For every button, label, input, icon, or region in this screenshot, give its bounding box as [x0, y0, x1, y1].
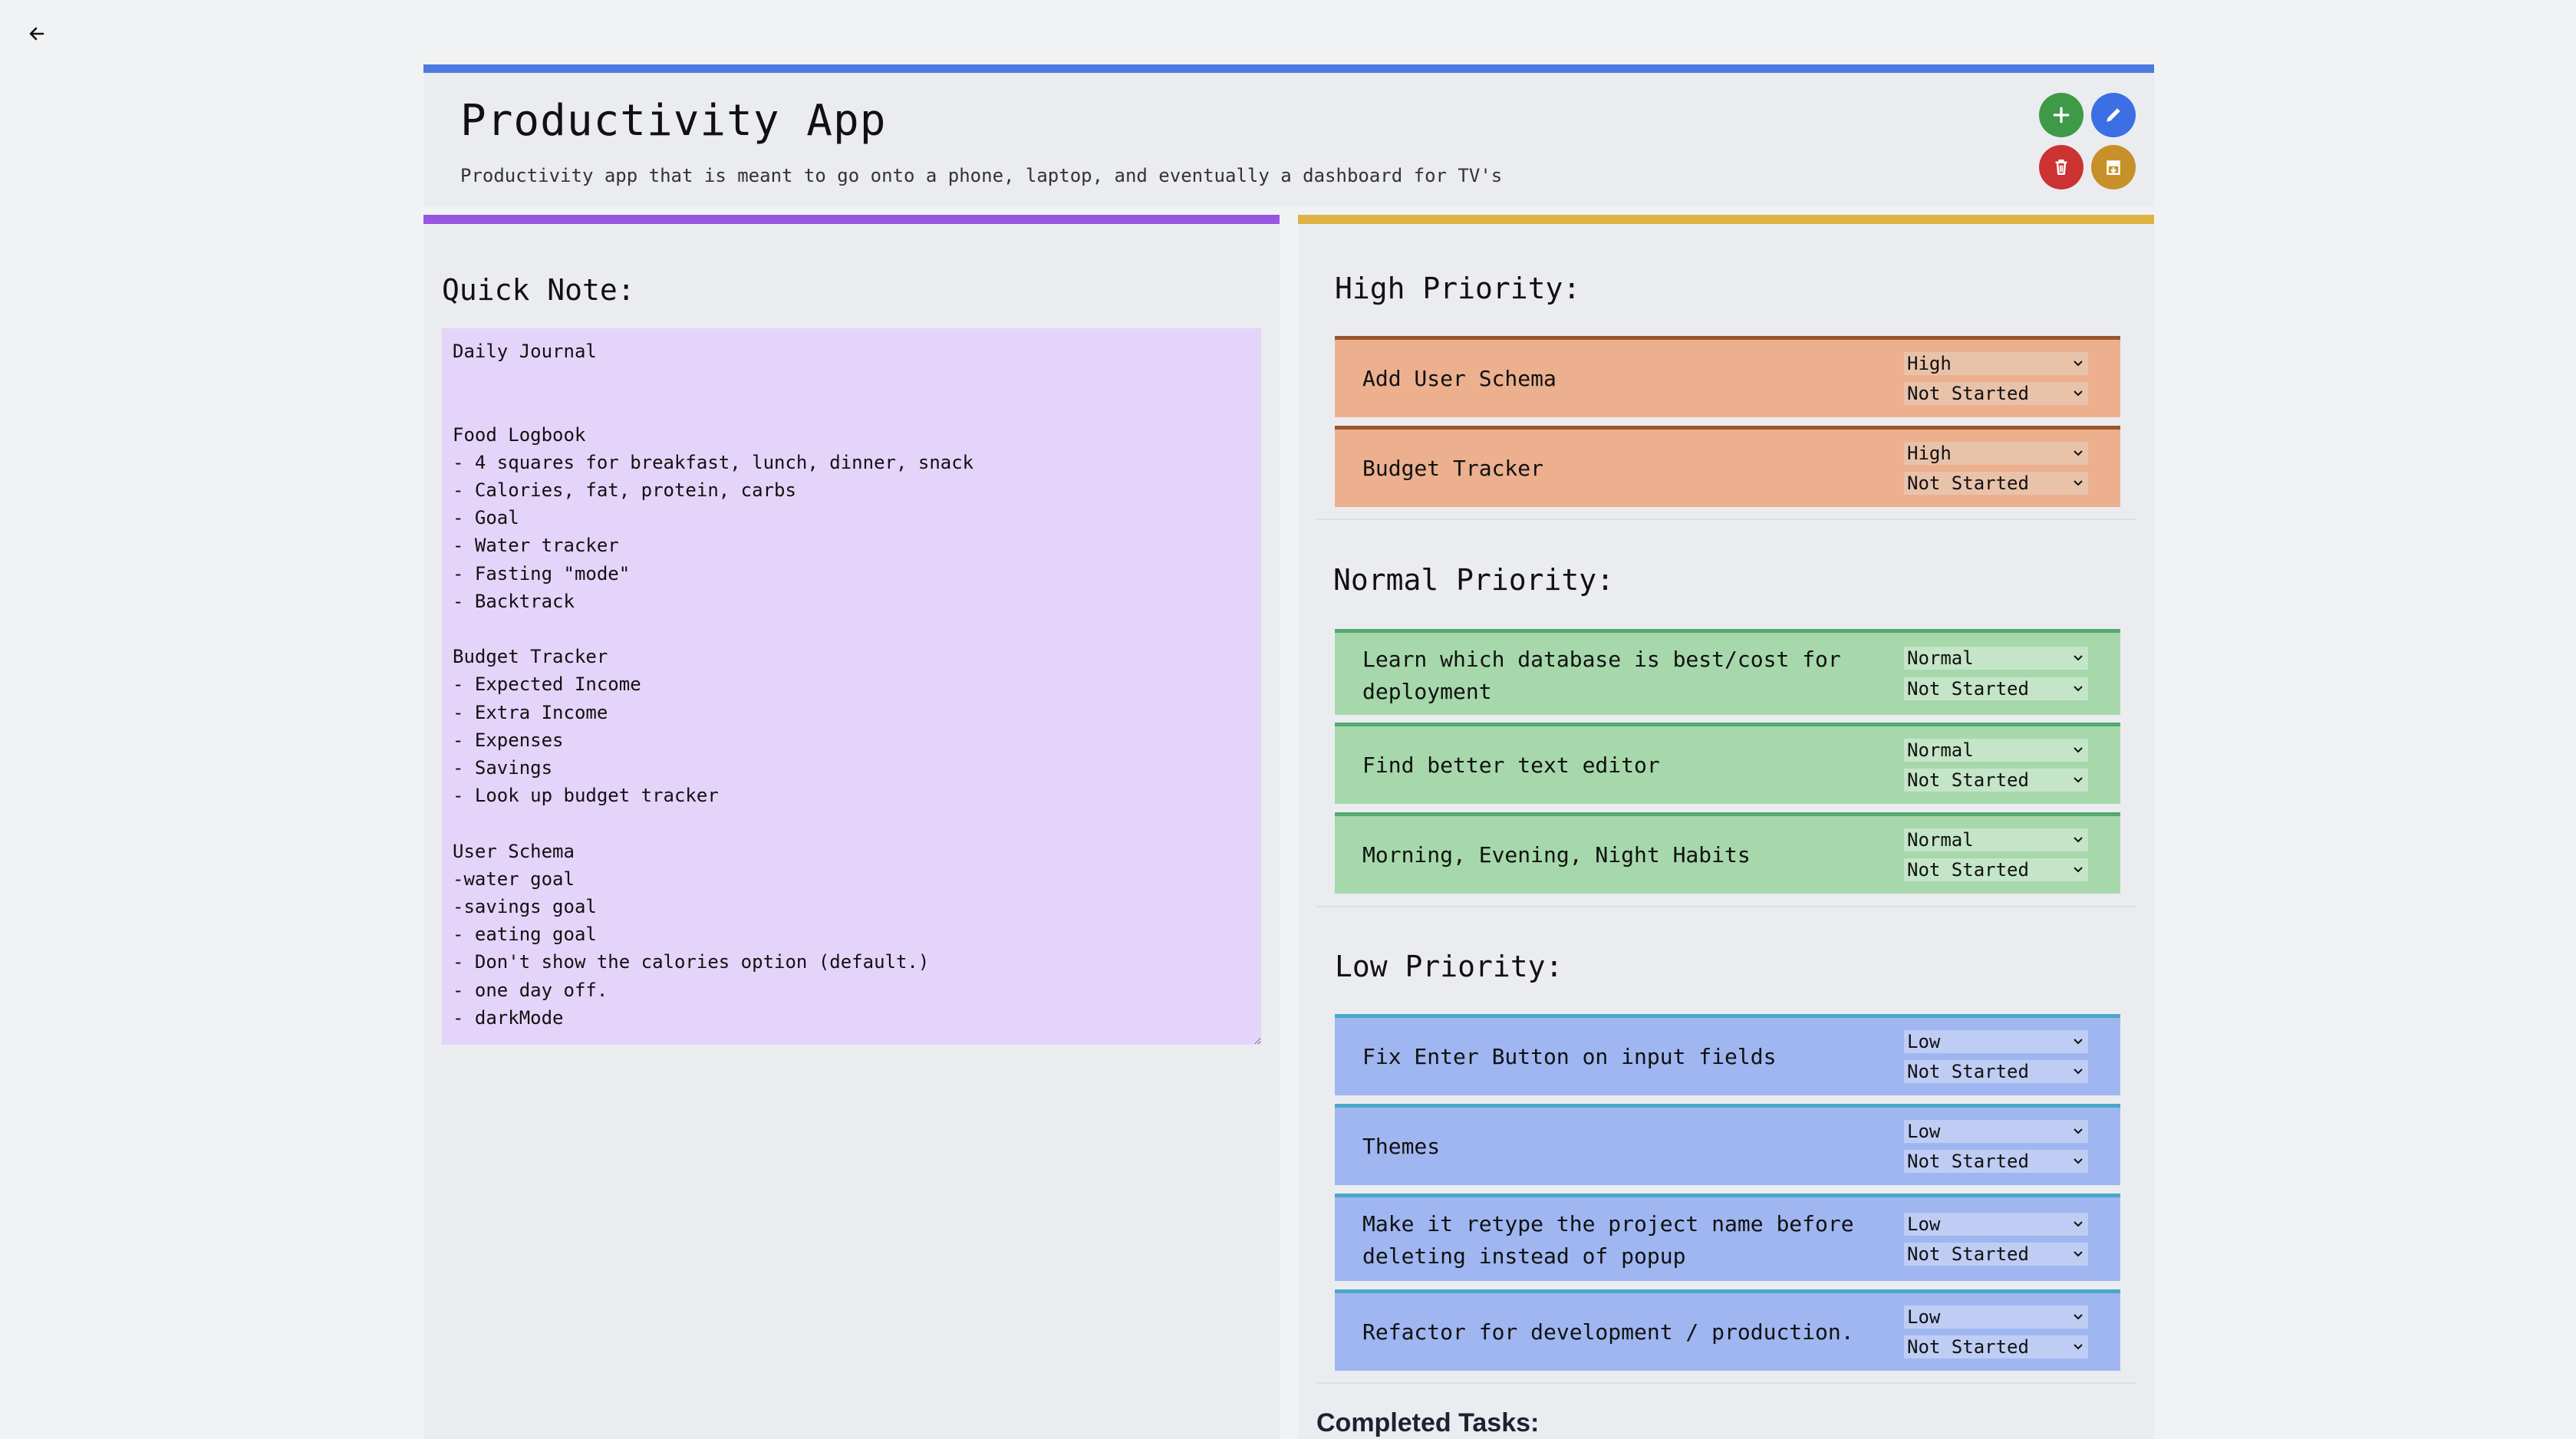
chevron-down-icon — [2074, 1251, 2083, 1257]
quick-note-heading: Quick Note: — [442, 273, 635, 307]
priority-select[interactable]: Normal — [1904, 647, 2088, 670]
task-label: Fix Enter Button on input fields — [1362, 1044, 1777, 1069]
add-button[interactable] — [2039, 93, 2084, 137]
project-page: Productivity App Productivity app that i… — [423, 64, 2154, 1439]
status-select[interactable]: Not Started — [1904, 769, 2088, 792]
chevron-down-icon — [2074, 837, 2083, 843]
chevron-down-icon — [2074, 1069, 2083, 1075]
task-item[interactable]: Budget Tracker High Not Started — [1335, 426, 2120, 507]
edit-button[interactable] — [2091, 93, 2136, 137]
tasks-card: High Priority: Add User Schema High Not … — [1298, 215, 2154, 1439]
task-item[interactable]: Make it retype the project name before d… — [1335, 1194, 2120, 1281]
status-select[interactable]: Not Started — [1904, 472, 2088, 495]
status-select[interactable]: Not Started — [1904, 677, 2088, 700]
task-label: Add User Schema — [1362, 366, 1556, 391]
chevron-down-icon — [2074, 1344, 2083, 1350]
task-item[interactable]: Themes Low Not Started — [1335, 1104, 2120, 1185]
completed-tasks-heading: Completed Tasks: — [1316, 1408, 1540, 1437]
priority-select[interactable]: Normal — [1904, 739, 2088, 762]
priority-select[interactable]: High — [1904, 352, 2088, 375]
archive-button[interactable] — [2091, 145, 2136, 189]
status-select[interactable]: Not Started — [1904, 1243, 2088, 1266]
back-button[interactable] — [23, 20, 51, 48]
task-label: Themes — [1362, 1134, 1441, 1159]
priority-select[interactable]: Low — [1904, 1120, 2088, 1143]
status-select[interactable]: Not Started — [1904, 1335, 2088, 1358]
quick-note-card: Quick Note: Daily Journal Food Logbook -… — [423, 215, 1280, 1439]
delete-button[interactable] — [2039, 145, 2084, 189]
chevron-down-icon — [2074, 450, 2083, 456]
section-divider — [1316, 519, 2136, 520]
low-priority-heading: Low Priority: — [1335, 950, 1563, 983]
task-item[interactable]: Find better text editor Normal Not Start… — [1335, 723, 2120, 804]
chevron-down-icon — [2074, 747, 2083, 753]
task-item[interactable]: Refactor for development / production. L… — [1335, 1289, 2120, 1371]
task-item[interactable]: Add User Schema High Not Started — [1335, 336, 2120, 417]
priority-select[interactable]: Low — [1904, 1213, 2088, 1236]
normal-priority-heading: Normal Priority: — [1333, 563, 1615, 597]
chevron-down-icon — [2074, 1158, 2083, 1164]
project-title: Productivity App — [460, 96, 887, 146]
priority-select[interactable]: Low — [1904, 1306, 2088, 1329]
status-select[interactable]: Not Started — [1904, 858, 2088, 881]
section-divider — [1316, 906, 2136, 907]
project-header: Productivity App Productivity app that i… — [423, 64, 2154, 207]
chevron-down-icon — [2074, 777, 2083, 783]
chevron-down-icon — [2074, 390, 2083, 397]
chevron-down-icon — [2074, 1039, 2083, 1045]
chevron-down-icon — [2074, 1128, 2083, 1134]
status-select[interactable]: Not Started — [1904, 1060, 2088, 1083]
task-label: Learn which database is best/cost for de… — [1362, 647, 1841, 704]
section-divider — [1316, 1382, 2136, 1384]
task-label: Find better text editor — [1362, 752, 1660, 778]
project-description: Productivity app that is meant to go ont… — [460, 165, 1503, 186]
chevron-down-icon — [2074, 361, 2083, 367]
plus-icon — [2053, 107, 2070, 123]
chevron-down-icon — [2074, 686, 2083, 692]
priority-select[interactable]: Normal — [1904, 828, 2088, 851]
task-item[interactable]: Learn which database is best/cost for de… — [1335, 629, 2120, 715]
task-item[interactable]: Morning, Evening, Night Habits Normal No… — [1335, 812, 2120, 894]
chevron-down-icon — [2074, 867, 2083, 873]
high-priority-heading: High Priority: — [1335, 272, 1581, 305]
arrow-left-icon — [29, 27, 44, 41]
pencil-icon — [2107, 108, 2120, 122]
status-select[interactable]: Not Started — [1904, 1150, 2088, 1173]
chevron-down-icon — [2074, 1221, 2083, 1227]
trash-icon — [2055, 160, 2067, 175]
task-item[interactable]: Fix Enter Button on input fields Low Not… — [1335, 1014, 2120, 1095]
priority-select[interactable]: High — [1904, 442, 2088, 465]
task-label: Morning, Evening, Night Habits — [1362, 842, 1751, 868]
task-label: Refactor for development / production. — [1362, 1319, 1854, 1345]
chevron-down-icon — [2074, 480, 2083, 486]
archive-icon — [2107, 160, 2120, 175]
chevron-down-icon — [2074, 1314, 2083, 1320]
task-label: Make it retype the project name before d… — [1362, 1211, 1854, 1269]
quick-note-textarea[interactable]: Daily Journal Food Logbook - 4 squares f… — [442, 328, 1261, 1045]
status-select[interactable]: Not Started — [1904, 382, 2088, 405]
chevron-down-icon — [2074, 655, 2083, 661]
task-label: Budget Tracker — [1362, 456, 1544, 481]
priority-select[interactable]: Low — [1904, 1030, 2088, 1053]
